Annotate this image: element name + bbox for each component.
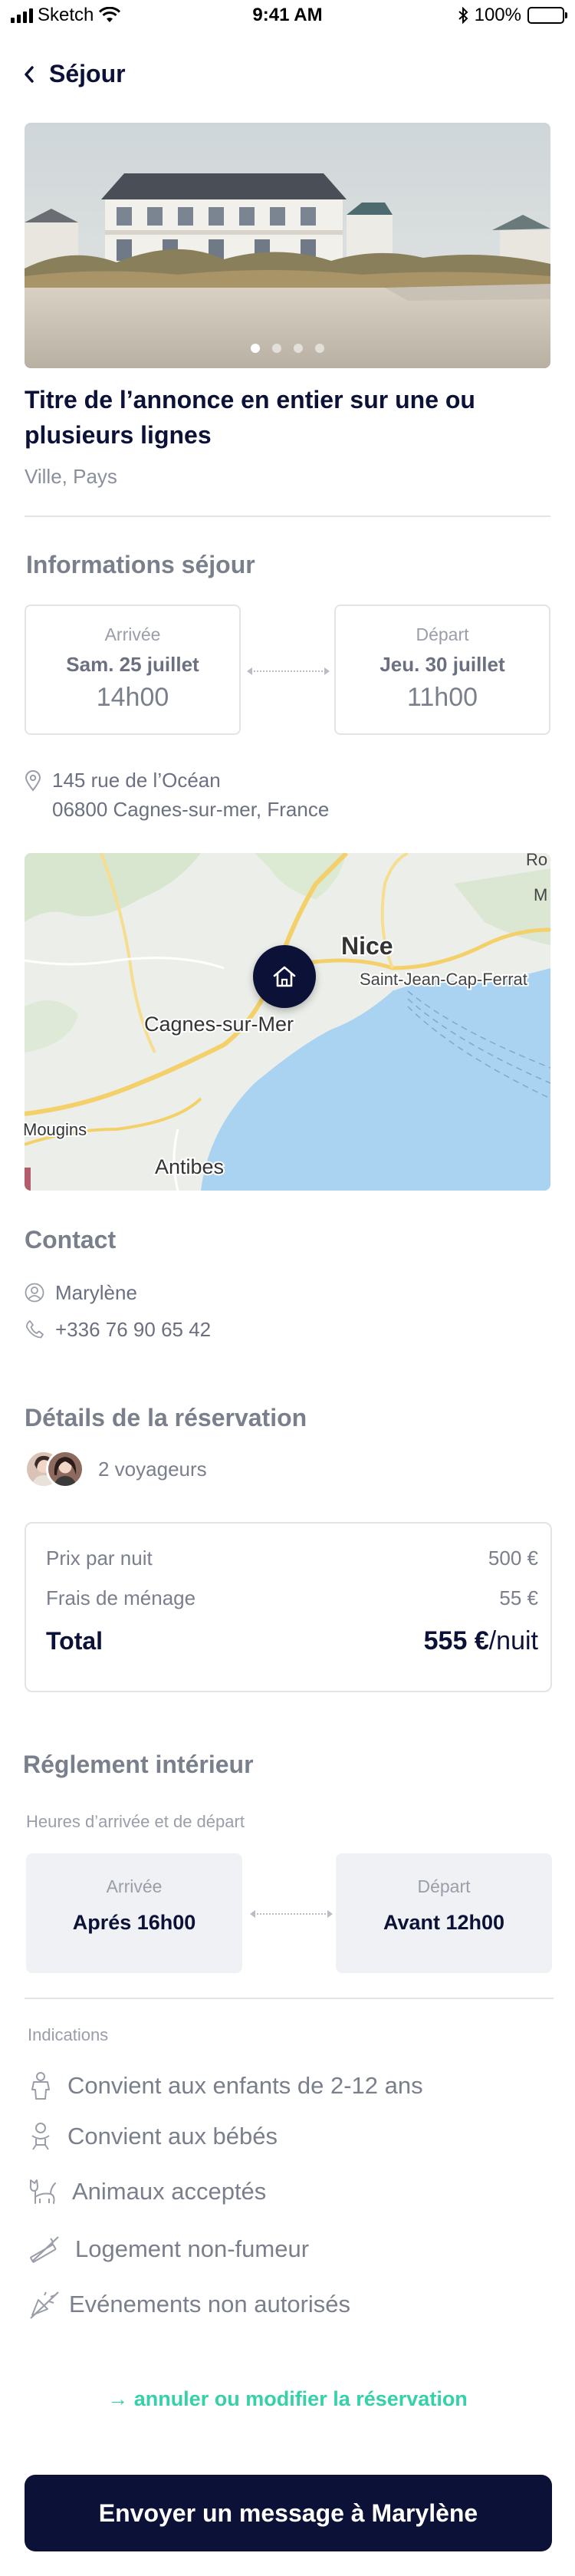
rules-times-label: Heures d’arrivée et de départ <box>26 1812 245 1831</box>
status-right: 100% <box>458 5 567 26</box>
price-row-cleaning: Frais de ménage 55 € <box>46 1586 538 1610</box>
indications-label: Indications <box>28 2025 109 2044</box>
phone-icon <box>26 1320 44 1339</box>
indication-non-smoking: Logement non-fumeur <box>28 2234 309 2265</box>
listing-photo <box>25 123 550 368</box>
booking-section-title: Détails de la réservation <box>25 1404 307 1431</box>
baby-icon <box>31 2123 50 2150</box>
arrival-card: Arrivée Sam. 25 juillet 14h00 <box>25 604 241 735</box>
rule-departure-card: Départ Avant 12h00 <box>336 1853 552 1973</box>
indication-label: Convient aux bébés <box>67 2123 278 2149</box>
rule-arrival-value: Aprés 16h00 <box>72 1911 196 1934</box>
listing-location: Ville, Pays <box>25 465 117 488</box>
departure-day: Jeu. 30 juillet <box>380 653 505 676</box>
total-unit: /nuit <box>488 1626 538 1655</box>
cleaning-fee-label: Frais de ménage <box>46 1586 196 1609</box>
price-per-night-value: 500 € <box>488 1547 538 1570</box>
indication-pets: Animaux acceptés <box>28 2177 266 2206</box>
indication-label: Evénements non autorisés <box>69 2291 351 2317</box>
cancel-modify-link[interactable]: → annuler ou modifier la réservation <box>0 2387 575 2411</box>
contact-phone-row[interactable]: +336 76 90 65 42 <box>25 1315 211 1344</box>
carousel-dot[interactable] <box>272 344 281 353</box>
arrival-label: Arrivée <box>104 624 161 644</box>
carousel-dot[interactable] <box>251 344 260 353</box>
indication-no-events: Evénements non autorisés <box>28 2289 350 2320</box>
map-home-marker[interactable] <box>253 945 316 1008</box>
rule-range-connector <box>250 1910 333 1918</box>
map-image: Nice Cagnes-sur-Mer Saint-Jean-Cap-Ferra… <box>25 853 550 1191</box>
carousel-dots <box>25 344 550 353</box>
indication-babies: Convient aux bébés <box>28 2122 278 2151</box>
no-smoking-icon <box>30 2236 59 2263</box>
bluetooth-icon <box>458 7 468 24</box>
avatar <box>46 1450 84 1488</box>
arrival-time: 14h00 <box>96 683 169 712</box>
address-line-2: 06800 Cagnes-sur-mer, France <box>52 798 330 821</box>
status-bar: Sketch 9:41 AM 100% <box>0 0 575 31</box>
price-summary-card: Prix par nuit 500 € Frais de ménage 55 €… <box>25 1522 552 1692</box>
no-party-icon <box>30 2291 59 2319</box>
rule-arrival-label: Arrivée <box>106 1876 163 1896</box>
traveller-avatars <box>25 1450 86 1491</box>
arrival-day: Sam. 25 juillet <box>66 653 199 676</box>
map-label-cagnes: Cagnes-sur-Mer <box>144 1013 294 1036</box>
rule-departure-label: Départ <box>417 1876 471 1896</box>
photo-carousel[interactable] <box>25 123 550 368</box>
user-icon <box>25 1283 44 1303</box>
departure-time: 11h00 <box>406 683 478 712</box>
indication-label: Animaux acceptés <box>72 2178 267 2205</box>
rule-departure-value: Avant 12h00 <box>383 1911 505 1934</box>
child-icon <box>31 2072 50 2100</box>
battery-icon <box>527 7 567 24</box>
rules-section-title: Réglement intérieur <box>23 1751 254 1778</box>
indication-children: Convient aux enfants de 2-12 ans <box>28 2071 423 2100</box>
total-amount: 555 €/nuit <box>424 1626 538 1656</box>
contact-name: Marylène <box>55 1281 137 1304</box>
carousel-dot[interactable] <box>315 344 324 353</box>
map-label-nice: Nice <box>341 932 393 960</box>
map-label-mougins: Mougins <box>25 1120 87 1139</box>
map-label-ro: Ro <box>526 853 547 869</box>
map-label-saint-jean: Saint-Jean-Cap-Ferrat <box>360 970 527 989</box>
price-per-night-label: Prix par nuit <box>46 1547 153 1570</box>
traveller-count: 2 voyageurs <box>98 1458 207 1481</box>
contact-phone[interactable]: +336 76 90 65 42 <box>55 1315 211 1344</box>
rule-arrival-card: Arrivée Aprés 16h00 <box>26 1853 242 1973</box>
stay-section-title: Informations séjour <box>26 551 255 578</box>
date-range-connector <box>247 667 330 675</box>
divider <box>25 1998 554 1999</box>
contact-section-title: Contact <box>25 1226 117 1253</box>
send-message-button[interactable]: Envoyer un message à Marylène <box>25 2475 552 2551</box>
contact-name-row: Marylène <box>25 1278 137 1307</box>
total-value: 555 € <box>423 1626 489 1655</box>
map-label-antibes: Antibes <box>155 1155 224 1178</box>
price-row-total: Total 555 €/nuit <box>46 1626 538 1656</box>
carousel-dot[interactable] <box>294 344 303 353</box>
home-icon <box>273 966 296 987</box>
departure-label: Départ <box>416 624 469 644</box>
pet-icon <box>29 2179 56 2204</box>
map-label-m: M <box>534 885 547 904</box>
indication-label: Convient aux enfants de 2-12 ans <box>67 2072 423 2099</box>
indication-label: Logement non-fumeur <box>75 2235 310 2262</box>
address-line-1: 145 rue de l’Océan <box>52 769 221 792</box>
chevron-left-icon <box>25 65 34 83</box>
divider <box>25 516 550 517</box>
departure-card: Départ Jeu. 30 juillet 11h00 <box>334 604 550 735</box>
listing-title: Titre de l’annonce en entier sur une ou … <box>25 386 475 449</box>
page-title: Séjour <box>49 60 126 87</box>
battery-percent: 100% <box>474 5 521 25</box>
price-row-night: Prix par nuit 500 € <box>46 1547 538 1570</box>
total-label: Total <box>46 1627 104 1655</box>
cleaning-fee-value: 55 € <box>499 1586 538 1609</box>
location-pin-icon <box>25 770 41 792</box>
address[interactable]: 145 rue de l’Océan 06800 Cagnes-sur-mer,… <box>25 766 329 824</box>
location-map[interactable]: Nice Cagnes-sur-Mer Saint-Jean-Cap-Ferra… <box>25 853 550 1191</box>
back-button[interactable]: Séjour <box>23 60 126 88</box>
